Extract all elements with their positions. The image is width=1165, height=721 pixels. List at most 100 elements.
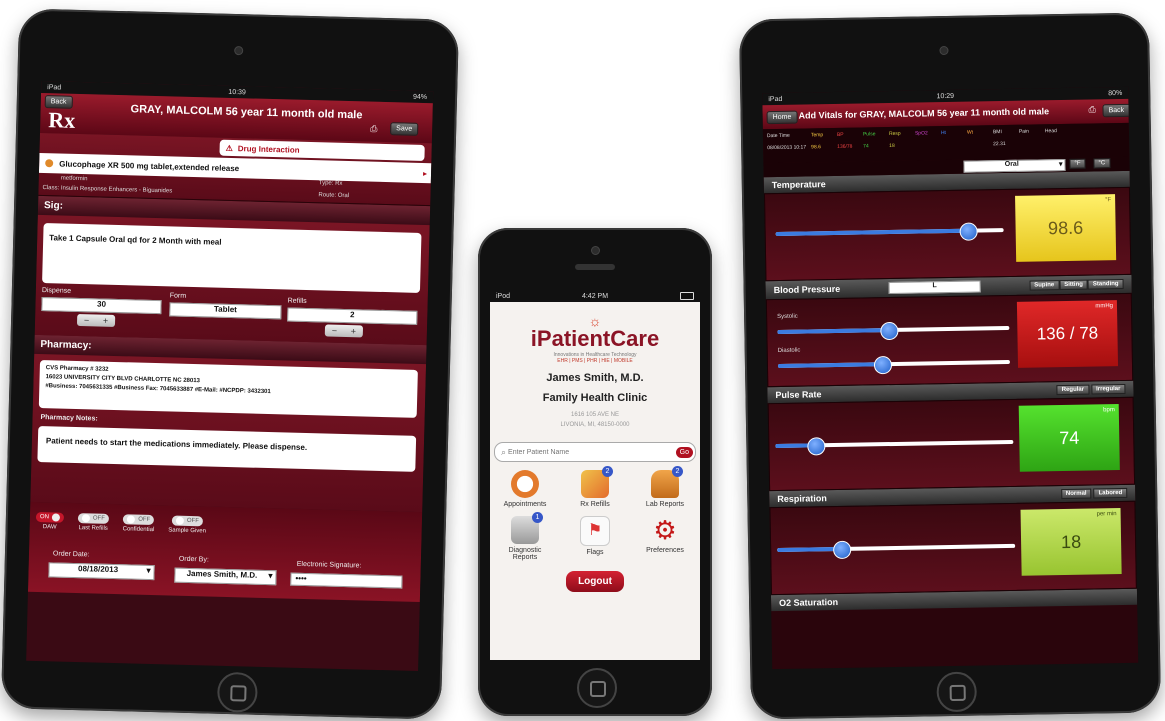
- irregular-button[interactable]: Irregular: [1091, 383, 1126, 395]
- col-header: Wt: [966, 129, 974, 136]
- bp-status: mmHg: [1095, 303, 1114, 310]
- toggle-state: OFF: [92, 515, 105, 522]
- pharmacy-notes-area[interactable]: Patient needs to start the medications i…: [37, 426, 417, 472]
- systolic-slider-thumb[interactable]: [880, 321, 899, 341]
- cell: 98.6: [811, 144, 821, 151]
- carrier-label: iPad: [47, 83, 62, 91]
- celsius-button[interactable]: °C: [1093, 158, 1111, 169]
- icon-grid: Appointments 2 Rx Refills 2 Lab Reports …: [490, 466, 700, 561]
- refills-label: Refills: [287, 297, 307, 305]
- logo: ☼ iPatientCare Innovations in Healthcare…: [490, 314, 700, 364]
- pharmacy-box[interactable]: CVS Pharmacy # 3232 16023 UNIVERSITY CIT…: [38, 360, 418, 418]
- col-header: Date Time: [766, 132, 790, 140]
- cell: 74: [863, 143, 869, 150]
- cell: 08/08/2013 10:17: [767, 144, 807, 152]
- order-by-select[interactable]: James Smith, M.D. ▾: [174, 567, 277, 586]
- dispense-stepper[interactable]: − +: [76, 313, 116, 327]
- bp-side-select[interactable]: L: [888, 280, 981, 295]
- temperature-value-box: 98.6 °F: [1015, 194, 1117, 262]
- pulse-panel: 74 bpm: [767, 396, 1136, 492]
- pulse-slider[interactable]: [775, 437, 1014, 456]
- minus-button[interactable]: −: [84, 315, 90, 325]
- daw-toggle[interactable]: ON: [35, 511, 65, 523]
- appointments-tile[interactable]: Appointments: [496, 470, 554, 508]
- patient-search-bar[interactable]: ⌕ Go: [494, 442, 696, 462]
- home-button[interactable]: [936, 671, 978, 713]
- dispense-input[interactable]: 30: [41, 297, 162, 315]
- prescription-icon: 2: [581, 466, 613, 498]
- save-button[interactable]: Save: [390, 122, 419, 136]
- respiration-panel: 18 per min: [769, 500, 1137, 596]
- refills-input[interactable]: 2: [287, 307, 418, 325]
- rx-refills-label: Rx Refills: [580, 501, 610, 508]
- clinic-address-2: LIVONIA, MI, 48150-0000: [560, 422, 630, 428]
- fahrenheit-button[interactable]: °F: [1069, 158, 1086, 169]
- temperature-slider-fill: [775, 228, 968, 237]
- labored-button[interactable]: Labored: [1093, 487, 1128, 499]
- route-select[interactable]: Oral ▾: [963, 158, 1066, 173]
- patient-search-input[interactable]: [506, 447, 676, 457]
- go-button[interactable]: Go: [675, 446, 693, 458]
- regular-button[interactable]: Regular: [1056, 384, 1090, 396]
- bp-title: Blood Pressure: [773, 283, 841, 296]
- temperature-slider[interactable]: [775, 222, 1004, 241]
- home-nav-button[interactable]: Home: [766, 110, 798, 125]
- normal-button[interactable]: Normal: [1060, 488, 1092, 500]
- order-by-label: Order By:: [178, 555, 209, 564]
- diagnostic-reports-badge: 1: [532, 512, 543, 523]
- diastolic-slider[interactable]: [777, 356, 1010, 375]
- diastolic-slider-thumb[interactable]: [874, 356, 893, 375]
- temperature-unit: °F: [1105, 197, 1112, 204]
- battery-icon: [680, 292, 694, 300]
- chevron-right-icon: ▸: [422, 168, 428, 178]
- print-icon[interactable]: ⎙: [370, 124, 377, 135]
- sample-given-toggle-group: OFF Sample Given: [168, 515, 206, 534]
- toggle-state: OFF: [138, 516, 151, 523]
- sitting-button[interactable]: Sitting: [1059, 279, 1088, 291]
- front-camera: [234, 46, 244, 56]
- sig-text-area[interactable]: Take 1 Capsule Oral qd for 2 Month with …: [42, 223, 422, 293]
- right-ipad-screen: iPad 10:29 80% Home Add Vitals for GRAY,…: [762, 86, 1139, 670]
- lab-reports-tile[interactable]: 2 Lab Reports: [636, 466, 694, 508]
- col-header: BMI: [992, 129, 1002, 136]
- esig-input[interactable]: ••••: [290, 572, 403, 589]
- diagnostic-reports-tile[interactable]: 1 Diagnostic Reports: [496, 512, 554, 561]
- supine-button[interactable]: Supine: [1029, 280, 1060, 291]
- systolic-slider[interactable]: [777, 321, 1010, 341]
- temperature-slider-thumb[interactable]: [959, 222, 978, 241]
- sample-given-toggle[interactable]: OFF: [171, 515, 204, 527]
- print-icon[interactable]: ⎙: [1088, 104, 1095, 115]
- refills-stepper[interactable]: − +: [324, 324, 364, 338]
- logout-button[interactable]: Logout: [566, 571, 624, 592]
- order-footer: ON DAW OFF Last Refills OFF Confidential…: [27, 501, 423, 603]
- flask-icon: 2: [651, 466, 683, 498]
- minus-button[interactable]: −: [332, 326, 338, 336]
- form-select[interactable]: Tablet: [169, 302, 282, 320]
- flags-tile[interactable]: ⚑ Flags: [566, 516, 624, 561]
- plus-button[interactable]: +: [351, 326, 357, 336]
- respiration-slider-thumb[interactable]: [833, 540, 852, 560]
- iphone-status-bar: iPod 4:42 PM: [490, 290, 700, 302]
- respiration-slider[interactable]: [777, 540, 1016, 560]
- last-refills-toggle[interactable]: OFF: [77, 513, 110, 524]
- confidential-toggle[interactable]: OFF: [123, 514, 155, 526]
- resp-mode-group: Normal Labored: [1060, 487, 1128, 500]
- preferences-tile[interactable]: ⚙ Preferences: [636, 516, 694, 561]
- home-button[interactable]: [216, 671, 258, 713]
- back-button[interactable]: Back: [1102, 103, 1131, 118]
- time-label: 10:39: [228, 88, 246, 96]
- rx-refills-tile[interactable]: 2 Rx Refills: [566, 466, 624, 508]
- pulse-slider-thumb[interactable]: [807, 437, 826, 456]
- gear-icon: ⚙: [653, 515, 677, 545]
- order-date-value: 08/18/2013: [77, 564, 119, 575]
- standing-button[interactable]: Standing: [1087, 278, 1124, 290]
- toggle-state: ON: [39, 514, 50, 521]
- home-button[interactable]: [577, 668, 617, 708]
- temperature-value: 98.6: [1047, 217, 1084, 238]
- lab-reports-badge: 2: [672, 466, 683, 477]
- col-header: SpO2: [914, 130, 928, 137]
- bp-position-group: Supine Sitting Standing: [1029, 278, 1124, 291]
- order-date-select[interactable]: 08/18/2013 ▾: [48, 562, 155, 581]
- plus-button[interactable]: +: [103, 316, 109, 326]
- drug-class: Class: Insulin Response Enhancers - Bigu…: [42, 185, 173, 195]
